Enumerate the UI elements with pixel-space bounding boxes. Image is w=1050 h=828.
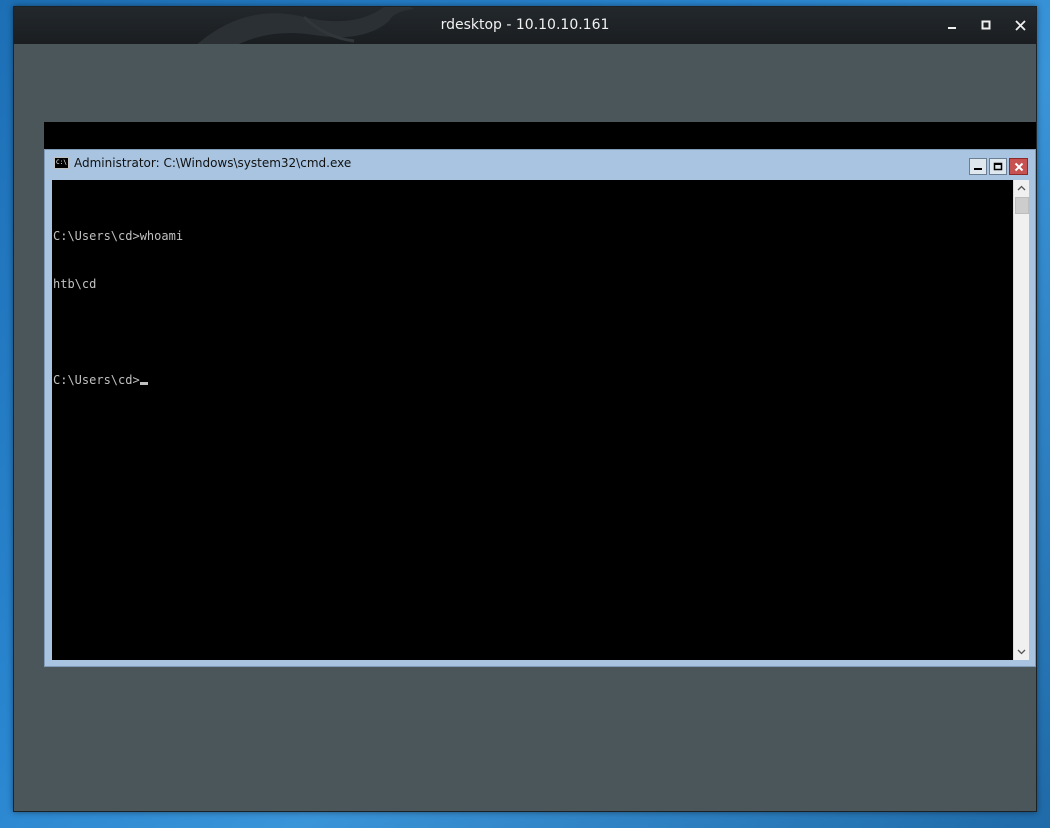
chevron-down-icon <box>1017 649 1026 655</box>
cmd-close-button[interactable] <box>1009 158 1028 175</box>
cmd-window: C:\ Administrator: C:\Windows\system32\c… <box>44 149 1036 667</box>
console-prompt-line: C:\Users\cd> <box>53 372 1013 388</box>
maximize-icon <box>981 20 991 30</box>
cmd-titlebar[interactable]: C:\ Administrator: C:\Windows\system32\c… <box>45 150 1035 178</box>
scroll-down-button[interactable] <box>1014 644 1029 660</box>
cmd-maximize-button[interactable] <box>989 158 1007 175</box>
console-line: htb\cd <box>53 277 97 291</box>
maximize-icon <box>993 162 1003 170</box>
scroll-up-button[interactable] <box>1014 180 1029 196</box>
remote-desktop-area[interactable]: C:\ Administrator: C:\Windows\system32\c… <box>14 44 1036 811</box>
maximize-button[interactable] <box>976 15 996 35</box>
cmd-app-icon: C:\ <box>54 157 69 169</box>
console-prompt: C:\Users\cd> <box>53 373 140 387</box>
console-line: C:\Users\cd>whoami <box>53 229 184 243</box>
scrollbar-thumb[interactable] <box>1015 197 1029 214</box>
rdesktop-window: rdesktop - 10.10.10.161 C:\ Administrato… <box>13 6 1037 812</box>
rdesktop-titlebar[interactable]: rdesktop - 10.10.10.161 <box>14 7 1036 44</box>
minimize-icon <box>974 167 982 170</box>
close-icon <box>1014 162 1023 171</box>
console-output[interactable]: C:\Users\cd>whoami htb\cd C:\Users\cd> <box>52 180 1013 660</box>
minimize-icon <box>948 27 956 29</box>
close-button[interactable] <box>1010 15 1030 35</box>
vertical-scrollbar[interactable] <box>1013 180 1029 660</box>
cmd-window-title: Administrator: C:\Windows\system32\cmd.e… <box>74 156 352 170</box>
window-title: rdesktop - 10.10.10.161 <box>440 17 610 33</box>
text-cursor <box>139 382 148 385</box>
minimize-button[interactable] <box>942 15 962 35</box>
cmd-minimize-button[interactable] <box>969 158 987 175</box>
chevron-up-icon <box>1017 185 1026 191</box>
remote-top-strip <box>44 122 1036 149</box>
close-icon <box>1014 19 1026 31</box>
